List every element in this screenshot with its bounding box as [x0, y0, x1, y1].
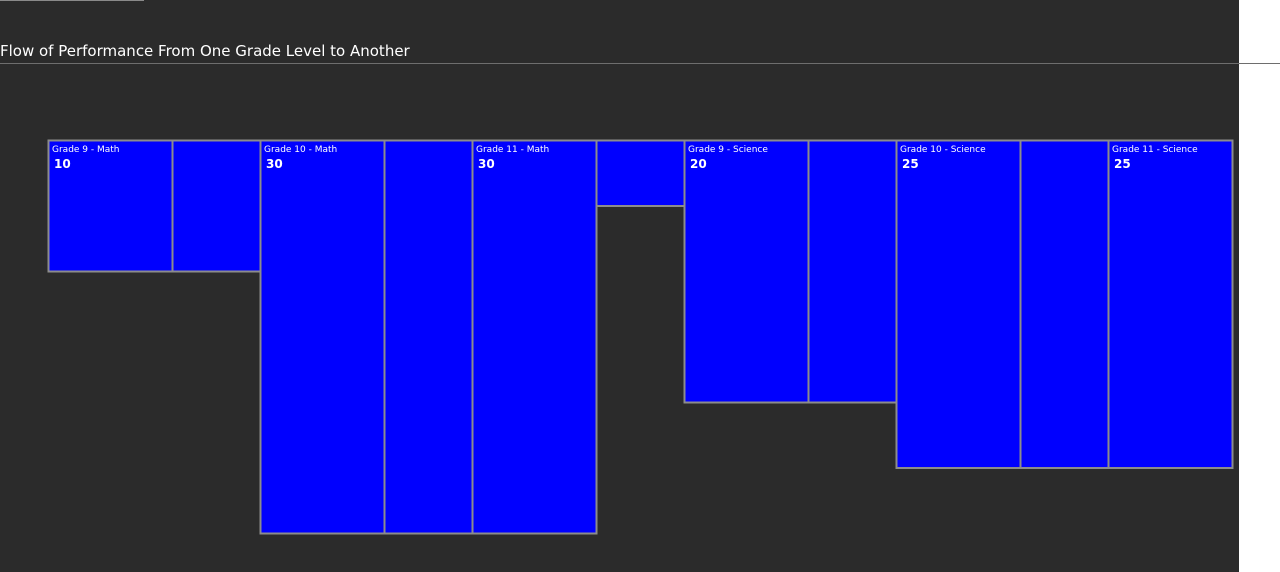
bar-value-label: 10	[54, 157, 71, 171]
flow-connector	[807, 139, 898, 404]
chart-canvas: Grade 9 - Math 10 Grade 10 - Math 30 Grade 1…	[47, 139, 1234, 535]
bar-2	[471, 139, 598, 535]
bar-category-label: Grade 10 - Science	[900, 145, 986, 155]
flow-connector	[383, 139, 474, 535]
flow-connector	[1019, 139, 1110, 469]
bar-value-label: 30	[266, 157, 283, 171]
bar-value-label: 30	[478, 157, 495, 171]
bar-value-label: 20	[690, 157, 707, 171]
bar-category-label: Grade 10 - Math	[264, 145, 337, 155]
flow-connector	[595, 139, 686, 207]
bar-4	[895, 139, 1022, 469]
bar-value-label: 25	[902, 157, 919, 171]
bar-category-label: Grade 9 - Math	[52, 145, 120, 155]
bar-1	[259, 139, 386, 535]
chart-panel: Flow of Performance From One Grade Level…	[0, 0, 1280, 572]
flow-connector	[171, 139, 262, 273]
bar-category-label: Grade 11 - Math	[476, 145, 549, 155]
bar-5	[1107, 139, 1234, 469]
bar-category-label: Grade 9 - Science	[688, 145, 768, 155]
bar-category-label: Grade 11 - Science	[1112, 145, 1198, 155]
bar-3	[683, 139, 810, 404]
bar-value-label: 25	[1114, 157, 1131, 171]
